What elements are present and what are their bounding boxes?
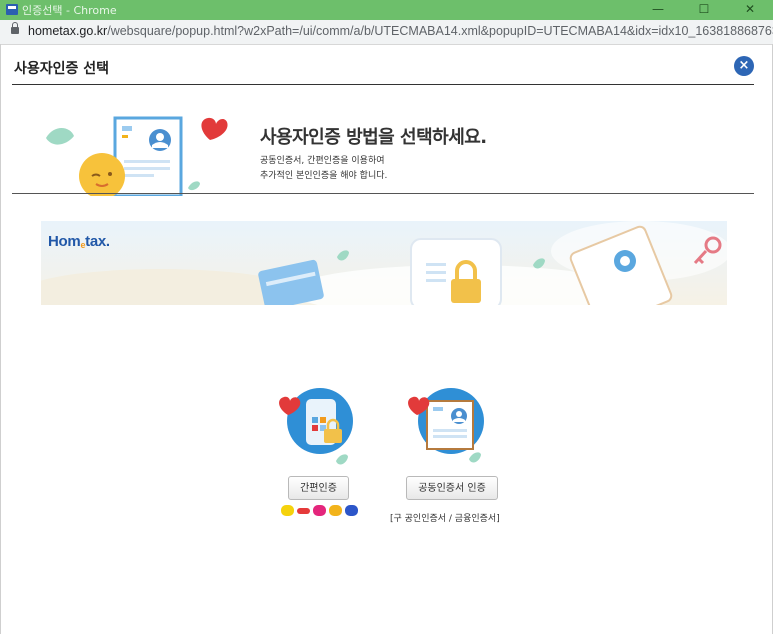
padlock-icon (451, 279, 481, 303)
app-icon (6, 4, 18, 15)
certificate-note: [구 공인인증서 / 금융인증서] (390, 514, 500, 524)
lock-icon (11, 22, 19, 34)
window-title-bar: 인증선택 - Chrome — ☐ ✕ (0, 0, 773, 20)
simple-auth-button[interactable]: 간편인증 (288, 476, 349, 500)
heart-icon (201, 117, 228, 140)
kb-icon (329, 505, 342, 516)
intro-desc-line1: 공동인증서, 간편인증을 이용하여 (260, 156, 385, 166)
intro-description: 공동인증서, 간편인증을 이용하여 추가적인 본인인증을 해야 합니다. (260, 154, 387, 184)
address-bar[interactable]: hometax.go.kr/websquare/popup.html?w2xPa… (0, 20, 773, 45)
minimize-button[interactable]: — (635, 0, 681, 20)
header-divider (12, 84, 754, 85)
banner-illustration (41, 221, 727, 305)
intro-heading: 사용자인증 방법을 선택하세요. (260, 127, 487, 148)
window-controls: — ☐ ✕ (635, 0, 773, 20)
toss-icon (297, 508, 310, 514)
pass-icon (313, 505, 326, 516)
kakao-icon (281, 505, 294, 516)
intro-divider (12, 193, 754, 194)
intro-desc-line2: 추가적인 본인인증을 해야 합니다. (260, 171, 388, 181)
hometax-banner: Hometax. (41, 221, 727, 305)
url-path: /websquare/popup.html?w2xPath=/ui/comm/a… (107, 24, 773, 38)
close-button[interactable]: × (734, 56, 754, 76)
certificate-auth-button[interactable]: 공동인증서 인증 (406, 476, 498, 500)
maximize-button[interactable]: ☐ (681, 0, 727, 20)
url-text[interactable]: hometax.go.kr/websquare/popup.html?w2xPa… (28, 24, 773, 38)
provider-logos (281, 505, 358, 516)
frame-left-edge (0, 44, 1, 634)
intro-illustration (46, 116, 228, 196)
simple-auth-icon[interactable] (276, 385, 358, 467)
leaf-icon (46, 128, 74, 145)
url-host: hometax.go.kr (28, 24, 108, 38)
certificate-auth-icon[interactable] (405, 385, 487, 467)
popup-title: 사용자인증 선택 (14, 61, 110, 77)
naver-icon (345, 505, 358, 516)
hometax-logo: Hometax. (48, 233, 110, 250)
window-title: 인증선택 - Chrome (22, 4, 117, 17)
window-close-button[interactable]: ✕ (727, 0, 773, 20)
